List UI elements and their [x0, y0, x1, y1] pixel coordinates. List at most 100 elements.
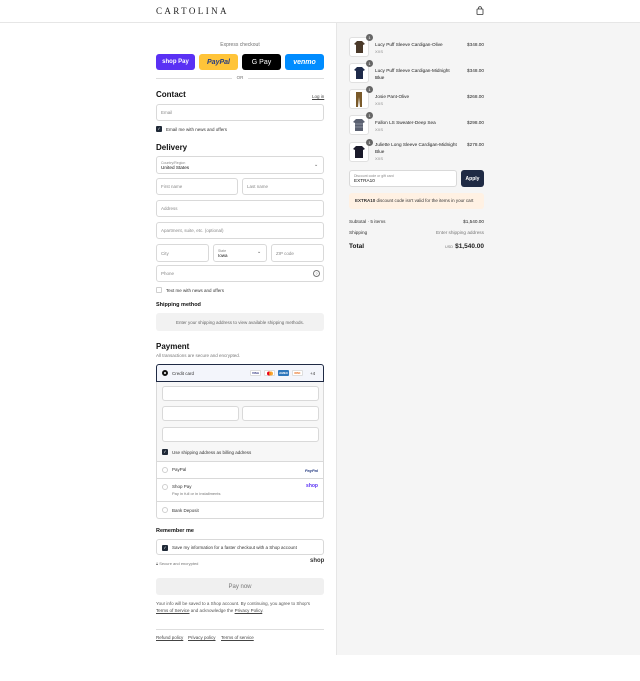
city-placeholder: City	[161, 250, 169, 256]
bank-deposit-label: Bank Deposit	[172, 508, 199, 513]
cart-item-name: Juliette Long Sleeve Cardigan-Midnight B…	[375, 142, 457, 154]
state-value: Iowa	[218, 252, 228, 258]
bank-deposit-option[interactable]: Bank Deposit	[156, 502, 324, 519]
divider-right	[248, 78, 324, 79]
apartment-placeholder: Apartment, suite, etc. (optional)	[161, 228, 224, 233]
pay-now-button[interactable]: Pay now	[156, 578, 324, 595]
credit-card-label: Credit card	[172, 371, 195, 376]
refund-policy-link[interactable]: Refund policy	[156, 635, 183, 640]
last-name-placeholder: Last name	[247, 184, 269, 189]
card-number-field[interactable]	[162, 386, 319, 401]
cart-item-name: Lucy Puff Sleeve Cardigan-Olive	[375, 42, 443, 47]
phone-field[interactable]: Phone	[156, 265, 324, 282]
shipping-method-heading: Shipping method	[156, 302, 201, 308]
chevron-down-icon: ⌄	[314, 162, 319, 168]
disclaimer-and: and acknowledge the	[190, 607, 234, 613]
help-icon[interactable]: ?	[313, 270, 320, 277]
order-summary-panel	[336, 23, 640, 655]
email-field[interactable]: Email	[156, 104, 324, 121]
state-chevron-icon: ⌄	[257, 249, 262, 255]
last-name-field[interactable]: Last name	[242, 178, 324, 195]
cart-item-thumb	[349, 115, 369, 135]
save-info-label: Save my information for a faster checkou…	[172, 545, 297, 550]
cart-item-price: $298.00	[467, 120, 484, 125]
amex-icon: AMEX	[278, 370, 289, 376]
country-value: United States	[161, 164, 190, 170]
email-news-label: Email me with news and offers	[166, 127, 227, 132]
shop-pay-option[interactable]: Shop Pay Pay in full or in installments …	[156, 479, 324, 502]
shop-pay-logo: shop	[306, 483, 318, 489]
total-value: $1,540.00	[455, 243, 484, 250]
secure-text: Secure and encrypted	[159, 561, 199, 566]
terms-link[interactable]: Terms of Service	[156, 608, 190, 613]
subtotal-label: Subtotal · 5 items	[349, 219, 386, 224]
venmo-button[interactable]: venmo	[285, 54, 324, 70]
phone-placeholder: Phone	[161, 271, 175, 276]
or-divider: OR	[236, 75, 244, 80]
paypal-label: PayPal	[207, 58, 230, 66]
billing-checkbox[interactable]: ✓	[162, 449, 168, 455]
brand-logo[interactable]: CARTOLINA	[156, 6, 229, 16]
shipping-label: Shipping	[349, 230, 368, 235]
discount-code-field[interactable]: Discount code or gift card EXTRA10	[349, 170, 457, 187]
card-name-field[interactable]	[162, 427, 319, 442]
cart-item-size: XXS	[375, 127, 384, 132]
total-label: Total	[349, 243, 365, 250]
address-field[interactable]: Address	[156, 200, 324, 217]
quantity-badge: 1	[366, 139, 373, 146]
card-expiry-field[interactable]	[162, 406, 239, 421]
cart-item-price: $278.00	[467, 142, 484, 147]
quantity-badge: 1	[366, 112, 373, 119]
shop-pay-subtitle: Pay in full or in installments	[172, 491, 221, 496]
card-security-field[interactable]	[242, 406, 319, 421]
apply-button[interactable]: Apply	[461, 170, 484, 187]
cart-item-size: XXS	[375, 101, 384, 106]
google-pay-button[interactable]: G Pay	[242, 54, 281, 70]
privacy-policy-link[interactable]: Privacy policy	[188, 635, 216, 640]
shop-pay-radio[interactable]	[162, 484, 168, 490]
subtotal-value: $1,540.00	[463, 219, 484, 224]
text-news-checkbox[interactable]	[156, 287, 162, 293]
lock-icon: 🔒︎	[156, 561, 159, 566]
remember-me-heading: Remember me	[156, 528, 194, 534]
disclaimer: Your info will be saved to a Shop accoun…	[156, 601, 324, 614]
credit-card-radio[interactable]	[162, 370, 168, 376]
paypal-option[interactable]: PayPal PayPal	[156, 462, 324, 479]
apartment-field[interactable]: Apartment, suite, etc. (optional)	[156, 222, 324, 239]
cart-item-thumb	[349, 89, 369, 109]
login-link[interactable]: Log in	[312, 94, 324, 99]
save-info-checkbox[interactable]: ✓	[162, 545, 168, 551]
shop-pay-label: Shop Pay	[172, 484, 192, 489]
shop-pay-button[interactable]: shop Pay	[156, 54, 195, 70]
payment-heading: Payment	[156, 342, 190, 351]
cart-item-size: XXS	[375, 49, 384, 54]
quantity-badge: 1	[366, 60, 373, 67]
terms-of-service-link[interactable]: Terms of service	[221, 635, 254, 640]
mastercard-icon	[264, 370, 275, 376]
email-placeholder: Email	[161, 110, 173, 115]
disclaimer-dot: .	[262, 607, 264, 613]
zip-field[interactable]: ZIP code	[271, 244, 324, 262]
more-cards-label: +4	[310, 371, 316, 376]
first-name-field[interactable]: First name	[156, 178, 238, 195]
card-details-panel: ✓ Use shipping address as billing addres…	[156, 382, 324, 462]
zip-placeholder: ZIP code	[276, 250, 294, 256]
payment-subtitle: All transactions are secure and encrypte…	[156, 353, 241, 358]
amex-text: AMEX	[279, 371, 288, 375]
secure-note: 🔒︎ Secure and encrypted	[156, 561, 198, 566]
country-select[interactable]: Country/Region United States	[156, 156, 324, 174]
cart-item-name: Fallon LS Sweater-Deep Sea	[375, 120, 436, 125]
bag-icon[interactable]	[474, 5, 485, 16]
privacy-link[interactable]: Privacy Policy	[235, 608, 263, 613]
bank-deposit-radio[interactable]	[162, 507, 168, 513]
cart-item-size: XXS	[375, 156, 384, 161]
paypal-button[interactable]: PayPal	[199, 54, 238, 70]
city-field[interactable]: City	[156, 244, 209, 262]
cart-item-name: Josie Pant-Olive	[375, 94, 410, 99]
disclaimer-text: Your info will be saved to a Shop accoun…	[156, 601, 311, 606]
credit-card-option[interactable]: Credit card VISA AMEX DISC +4	[156, 364, 324, 382]
divider-left	[156, 78, 232, 79]
paypal-radio[interactable]	[162, 467, 168, 473]
email-news-checkbox[interactable]: ✓	[156, 126, 162, 132]
venmo-label: venmo	[293, 58, 316, 66]
